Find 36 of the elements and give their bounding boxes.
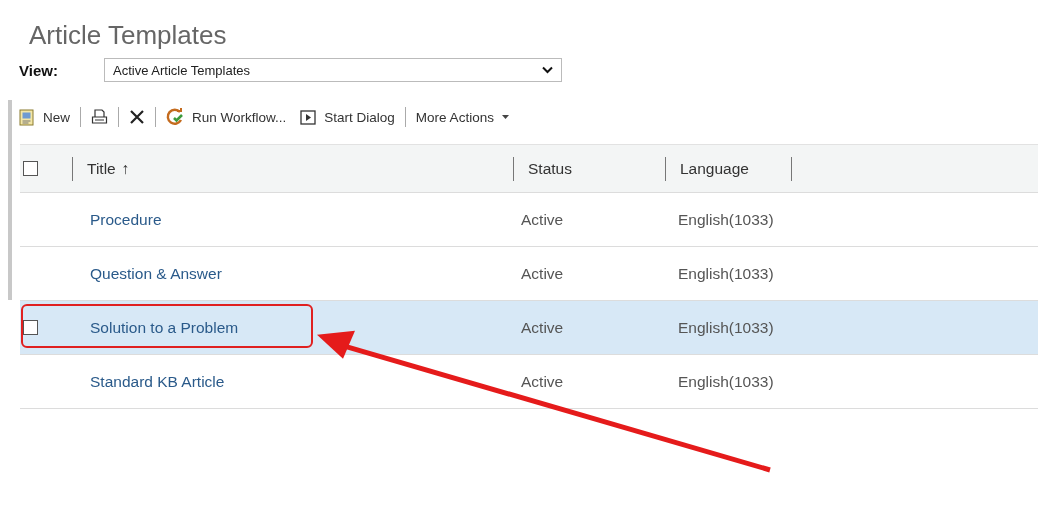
table-cell-text: English(1033) [677,264,775,283]
new-button[interactable]: New [12,104,77,130]
run-workflow-button[interactable]: Run Workflow... [159,104,294,130]
template-link[interactable]: Procedure [72,210,513,229]
table-cell-text: English(1033) [677,318,775,337]
table-cell-text: English(1033) [677,210,775,229]
table-row[interactable]: Solution to a Problem Active English(1033) [20,301,1038,355]
scroll-bar[interactable] [8,100,12,300]
select-all-checkbox[interactable] [23,161,38,176]
column-header[interactable]: Title [87,159,116,178]
column-header[interactable]: Language [680,159,749,178]
close-icon [129,109,145,125]
caret-down-icon [501,115,509,119]
table-cell-text: Active [520,210,565,229]
sort-arrow: ↑ [121,159,130,178]
document-icon [19,108,35,126]
page-title: Article Templates [29,19,228,52]
template-link[interactable]: Solution to a Problem [72,318,513,337]
start-dialog-button[interactable]: Start Dialog [293,104,402,130]
table-row[interactable]: Procedure Active English(1033) [20,193,1038,247]
chevron-down-icon [542,66,553,74]
more-actions-button[interactable]: More Actions [408,104,516,130]
play-box-icon [300,109,317,125]
template-link[interactable]: Standard KB Article [72,372,513,391]
view-dropdown[interactable]: Active Article Templates [104,58,562,82]
workflow-icon [166,108,184,126]
table-cell-text: Active [520,318,565,337]
table-cell-text: English(1033) [677,372,775,391]
template-link[interactable]: Question & Answer [72,264,513,283]
printer-icon [91,109,108,125]
table-cell-text: Active [520,372,565,391]
table-row[interactable]: Standard KB Article Active English(1033) [20,355,1038,409]
row-checkbox[interactable] [23,320,38,335]
table-cell-text: Active [520,264,565,283]
column-header[interactable]: Status [528,159,572,178]
view-label: View: [19,61,59,79]
